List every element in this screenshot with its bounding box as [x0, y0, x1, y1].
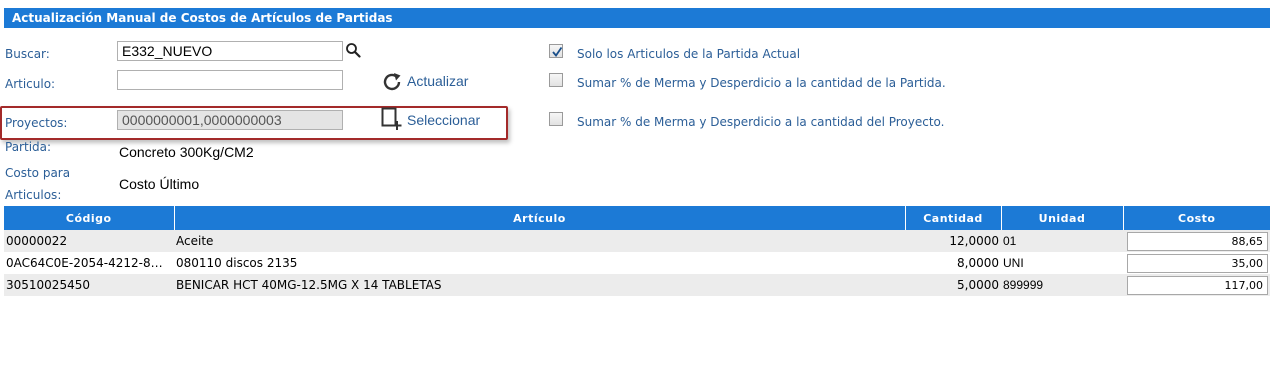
costo-input[interactable]: 35,00 — [1127, 253, 1268, 273]
articulo-input[interactable] — [117, 70, 343, 90]
cell-codigo: 0AC64C0E-2054-4212-8… — [4, 252, 174, 274]
header-costo[interactable]: Costo — [1123, 206, 1270, 230]
table-row: 0AC64C0E-2054-4212-8… 080110 discos 2135… — [4, 252, 1270, 274]
cell-unidad: 01 — [1001, 230, 1123, 252]
cell-cantidad: 12,0000 — [905, 230, 1001, 252]
articulos-table: Código Artículo Cantidad Unidad Costo 00… — [4, 206, 1270, 296]
select-add-icon[interactable] — [381, 107, 403, 135]
cell-costo: 88,65 — [1123, 230, 1270, 252]
header-codigo[interactable]: Código — [4, 206, 175, 230]
partida-label: Partida: — [5, 140, 52, 154]
cell-cantidad: 8,0000 — [905, 252, 1001, 274]
actualizar-button[interactable]: Actualizar — [407, 73, 468, 89]
costo-label-line2: Articulos: — [5, 188, 62, 202]
cell-costo: 35,00 — [1123, 252, 1270, 274]
costo-input[interactable]: 88,65 — [1127, 231, 1268, 251]
option-solo-articulos-label: Solo los Articulos de la Partida Actual — [577, 47, 801, 61]
proyectos-label: Proyectos: — [5, 116, 68, 130]
cell-costo: 117,00 — [1123, 274, 1270, 296]
cell-codigo: 30510025450 — [4, 274, 174, 296]
header-unidad[interactable]: Unidad — [1001, 206, 1124, 230]
cell-codigo: 00000022 — [4, 230, 174, 252]
articulo-label: Articulo: — [5, 77, 56, 91]
cell-articulo: BENICAR HCT 40MG-12.5MG X 14 TABLETAS — [174, 274, 905, 296]
partida-value: Concreto 300Kg/CM2 — [119, 144, 254, 160]
option-merma-partida-label: Sumar % de Merma y Desperdicio a la cant… — [577, 76, 946, 90]
proyectos-input[interactable]: 0000000001,0000000003 — [117, 110, 343, 130]
header-articulo[interactable]: Artículo — [174, 206, 906, 230]
cell-unidad: UNI — [1001, 252, 1123, 274]
costo-label-line1: Costo para — [5, 166, 71, 180]
cell-unidad: 899999 — [1001, 274, 1123, 296]
search-icon[interactable] — [345, 42, 361, 62]
buscar-input[interactable]: E332_NUEVO — [117, 41, 343, 61]
cell-cantidad: 5,0000 — [905, 274, 1001, 296]
table-row: 30510025450 BENICAR HCT 40MG-12.5MG X 14… — [4, 274, 1270, 296]
check-icon — [552, 46, 563, 57]
option-merma-partida-checkbox[interactable] — [549, 73, 563, 87]
option-solo-articulos-checkbox[interactable] — [549, 44, 563, 58]
costo-input[interactable]: 117,00 — [1127, 275, 1268, 295]
table-header-row: Código Artículo Cantidad Unidad Costo — [4, 206, 1270, 230]
refresh-icon[interactable] — [381, 71, 403, 97]
option-merma-proyecto-label: Sumar % de Merma y Desperdicio a la cant… — [577, 115, 945, 129]
header-cantidad[interactable]: Cantidad — [905, 206, 1002, 230]
option-merma-proyecto-checkbox[interactable] — [549, 112, 563, 126]
cell-articulo: 080110 discos 2135 — [174, 252, 905, 274]
table-row: 00000022 Aceite 12,0000 01 88,65 — [4, 230, 1270, 252]
buscar-label: Buscar: — [5, 47, 50, 61]
costo-value: Costo Último — [119, 176, 200, 192]
seleccionar-button[interactable]: Seleccionar — [407, 112, 480, 128]
cell-articulo: Aceite — [174, 230, 905, 252]
page-title: Actualización Manual de Costos de Artícu… — [4, 8, 1270, 28]
